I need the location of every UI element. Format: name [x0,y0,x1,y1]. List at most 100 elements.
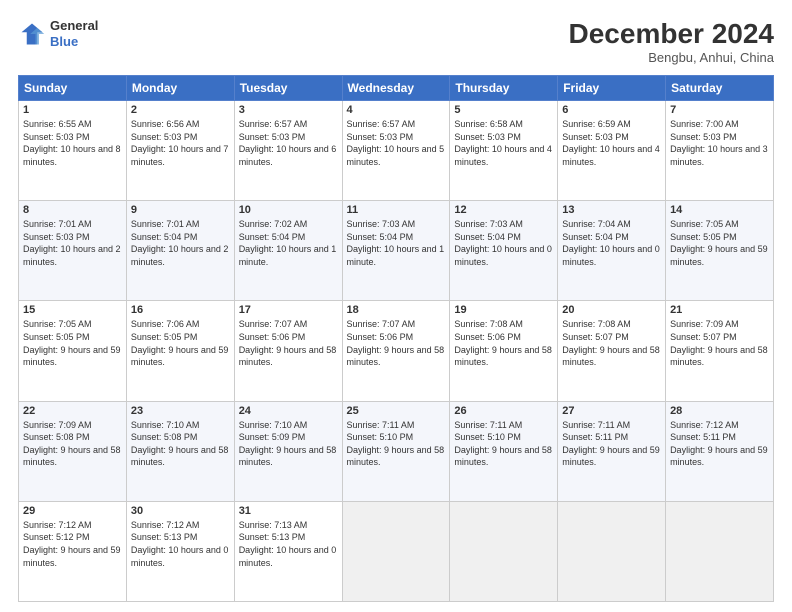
day-info: Sunrise: 6:57 AMSunset: 5:03 PMDaylight:… [239,119,337,167]
day-number: 21 [670,304,769,316]
logo-text: General Blue [50,18,98,49]
day-info: Sunrise: 7:08 AMSunset: 5:07 PMDaylight:… [562,319,660,367]
day-cell-28: 28 Sunrise: 7:12 AMSunset: 5:11 PMDayligh… [666,401,774,501]
day-info: Sunrise: 7:12 AMSunset: 5:13 PMDaylight:… [131,520,229,568]
day-info: Sunrise: 7:11 AMSunset: 5:10 PMDaylight:… [347,420,445,468]
day-cell-25: 25 Sunrise: 7:11 AMSunset: 5:10 PMDayligh… [342,401,450,501]
day-number: 31 [239,505,338,517]
calendar-table: Sunday Monday Tuesday Wednesday Thursday… [18,75,774,602]
day-info: Sunrise: 7:01 AMSunset: 5:03 PMDaylight:… [23,219,121,267]
day-cell-24: 24 Sunrise: 7:10 AMSunset: 5:09 PMDayligh… [234,401,342,501]
empty-cell [558,501,666,601]
day-number: 17 [239,304,338,316]
day-number: 20 [562,304,661,316]
day-cell-31: 31 Sunrise: 7:13 AMSunset: 5:13 PMDayligh… [234,501,342,601]
day-info: Sunrise: 7:12 AMSunset: 5:12 PMDaylight:… [23,520,121,568]
day-info: Sunrise: 7:03 AMSunset: 5:04 PMDaylight:… [454,219,552,267]
day-info: Sunrise: 7:11 AMSunset: 5:11 PMDaylight:… [562,420,660,468]
day-info: Sunrise: 7:01 AMSunset: 5:04 PMDaylight:… [131,219,229,267]
day-number: 27 [562,405,661,417]
page: General Blue December 2024 Bengbu, Anhui… [0,0,792,612]
empty-cell [666,501,774,601]
day-number: 30 [131,505,230,517]
day-number: 15 [23,304,122,316]
empty-cell [450,501,558,601]
calendar-row-4: 22Sunrise: 7:09 AMSunset: 5:08 PMDayligh… [19,401,774,501]
day-info: Sunrise: 7:10 AMSunset: 5:09 PMDaylight:… [239,420,337,468]
th-thursday: Thursday [450,76,558,101]
day-number: 14 [670,204,769,216]
day-number: 2 [131,104,230,116]
day-number: 6 [562,104,661,116]
day-number: 24 [239,405,338,417]
day-number: 1 [23,104,122,116]
day-info: Sunrise: 7:04 AMSunset: 5:04 PMDaylight:… [562,219,660,267]
day-cell-14: 14 Sunrise: 7:05 AMSunset: 5:05 PMDayligh… [666,201,774,301]
day-cell-7: 7 Sunrise: 7:00 AMSunset: 5:03 PMDaylight… [666,101,774,201]
day-info: Sunrise: 7:02 AMSunset: 5:04 PMDaylight:… [239,219,337,267]
calendar-row-5: 29 Sunrise: 7:12 AMSunset: 5:12 PMDayligh… [19,501,774,601]
day-cell-4: 4Sunrise: 6:57 AMSunset: 5:03 PMDaylight… [342,101,450,201]
day-info: Sunrise: 6:58 AMSunset: 5:03 PMDaylight:… [454,119,552,167]
day-info: Sunrise: 7:00 AMSunset: 5:03 PMDaylight:… [670,119,768,167]
day-info: Sunrise: 6:59 AMSunset: 5:03 PMDaylight:… [562,119,660,167]
day-number: 16 [131,304,230,316]
day-cell-19: 19Sunrise: 7:08 AMSunset: 5:06 PMDayligh… [450,301,558,401]
calendar-row-3: 15 Sunrise: 7:05 AMSunset: 5:05 PMDayligh… [19,301,774,401]
th-wednesday: Wednesday [342,76,450,101]
day-info: Sunrise: 7:07 AMSunset: 5:06 PMDaylight:… [239,319,337,367]
day-cell-13: 13 Sunrise: 7:04 AMSunset: 5:04 PMDayligh… [558,201,666,301]
day-number: 5 [454,104,553,116]
day-number: 28 [670,405,769,417]
day-cell-5: 5 Sunrise: 6:58 AMSunset: 5:03 PMDaylight… [450,101,558,201]
th-saturday: Saturday [666,76,774,101]
day-info: Sunrise: 6:56 AMSunset: 5:03 PMDaylight:… [131,119,229,167]
day-cell-1: 1 Sunrise: 6:55 AMSunset: 5:03 PMDaylight… [19,101,127,201]
day-info: Sunrise: 7:05 AMSunset: 5:05 PMDaylight:… [670,219,768,267]
day-cell-6: 6 Sunrise: 6:59 AMSunset: 5:03 PMDaylight… [558,101,666,201]
day-info: Sunrise: 7:08 AMSunset: 5:06 PMDaylight:… [454,319,552,367]
header: General Blue December 2024 Bengbu, Anhui… [18,18,774,65]
day-number: 13 [562,204,661,216]
th-friday: Friday [558,76,666,101]
day-number: 7 [670,104,769,116]
th-monday: Monday [126,76,234,101]
empty-cell [342,501,450,601]
title-block: December 2024 Bengbu, Anhui, China [569,18,774,65]
day-cell-15: 15 Sunrise: 7:05 AMSunset: 5:05 PMDayligh… [19,301,127,401]
logo: General Blue [18,18,98,49]
day-info: Sunrise: 7:06 AMSunset: 5:05 PMDaylight:… [131,319,229,367]
day-cell-21: 21Sunrise: 7:09 AMSunset: 5:07 PMDayligh… [666,301,774,401]
day-number: 23 [131,405,230,417]
logo-icon [18,20,46,48]
day-cell-23: 23 Sunrise: 7:10 AMSunset: 5:08 PMDayligh… [126,401,234,501]
day-number: 25 [347,405,446,417]
day-info: Sunrise: 7:13 AMSunset: 5:13 PMDaylight:… [239,520,337,568]
day-cell-18: 18Sunrise: 7:07 AMSunset: 5:06 PMDayligh… [342,301,450,401]
th-tuesday: Tuesday [234,76,342,101]
day-info: Sunrise: 7:07 AMSunset: 5:06 PMDaylight:… [347,319,445,367]
calendar-row-2: 8 Sunrise: 7:01 AMSunset: 5:03 PMDaylight… [19,201,774,301]
day-cell-29: 29 Sunrise: 7:12 AMSunset: 5:12 PMDayligh… [19,501,127,601]
day-cell-3: 3Sunrise: 6:57 AMSunset: 5:03 PMDaylight… [234,101,342,201]
day-number: 8 [23,204,122,216]
weekday-header-row: Sunday Monday Tuesday Wednesday Thursday… [19,76,774,101]
day-cell-9: 9 Sunrise: 7:01 AMSunset: 5:04 PMDaylight… [126,201,234,301]
location: Bengbu, Anhui, China [569,50,774,65]
day-info: Sunrise: 6:55 AMSunset: 5:03 PMDaylight:… [23,119,121,167]
day-number: 10 [239,204,338,216]
day-info: Sunrise: 7:10 AMSunset: 5:08 PMDaylight:… [131,420,229,468]
day-info: Sunrise: 7:05 AMSunset: 5:05 PMDaylight:… [23,319,121,367]
day-info: Sunrise: 7:03 AMSunset: 5:04 PMDaylight:… [347,219,445,267]
day-number: 9 [131,204,230,216]
day-cell-26: 26Sunrise: 7:11 AMSunset: 5:10 PMDayligh… [450,401,558,501]
day-cell-11: 11Sunrise: 7:03 AMSunset: 5:04 PMDayligh… [342,201,450,301]
day-cell-27: 27 Sunrise: 7:11 AMSunset: 5:11 PMDayligh… [558,401,666,501]
day-cell-2: 2 Sunrise: 6:56 AMSunset: 5:03 PMDaylight… [126,101,234,201]
day-number: 26 [454,405,553,417]
day-cell-20: 20 Sunrise: 7:08 AMSunset: 5:07 PMDayligh… [558,301,666,401]
day-info: Sunrise: 7:12 AMSunset: 5:11 PMDaylight:… [670,420,768,468]
day-cell-30: 30 Sunrise: 7:12 AMSunset: 5:13 PMDayligh… [126,501,234,601]
day-number: 29 [23,505,122,517]
day-number: 12 [454,204,553,216]
